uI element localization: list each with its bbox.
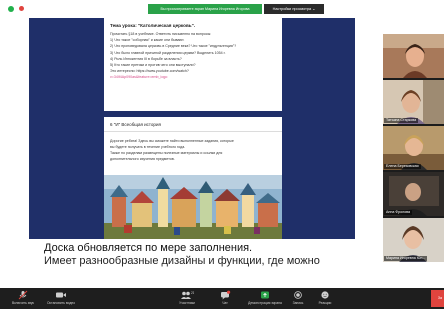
post-line: дополнительного изучения предметов.	[110, 157, 175, 161]
caption-line: Имеет разнообразные дизайны и функции, г…	[44, 255, 320, 267]
microphone-muted-icon	[18, 290, 28, 300]
share-status-bar: Вы просматриваете экран Марина Игоревна …	[0, 0, 444, 18]
video-tile[interactable]: Елена Березовская	[383, 126, 444, 170]
record-button[interactable]: Запись	[288, 290, 308, 308]
share-screen-button[interactable]: Демонстрация экрана	[244, 290, 286, 308]
smiley-icon	[321, 291, 329, 299]
record-label: Запись	[292, 301, 304, 305]
video-strip: Татьяна Старкова Елена Березовская Анна …	[383, 34, 444, 262]
video-tile[interactable]: Марина Игоревна Юн...	[383, 218, 444, 262]
post-card-lesson[interactable]: Тема урока: "Католическая церковь". Проч…	[104, 18, 282, 111]
share-screen-label: Демонстрация экрана	[248, 301, 282, 305]
chat-button[interactable]: Чат	[214, 290, 236, 308]
record-icon	[294, 291, 302, 299]
youtube-link[interactable]: v=34lf4Ap090as&feature=emb_logo	[110, 74, 278, 80]
video-tile[interactable]: Татьяна Старкова	[383, 80, 444, 124]
caption-line: Доска обновляется по мере заполнения.	[44, 242, 253, 254]
caption-text: Доска обновляется по мере заполнения. Им…	[44, 242, 364, 268]
post-title: 6 "И" Всеобщая история	[110, 122, 161, 127]
chat-label: Чат	[222, 301, 228, 305]
reactions-button[interactable]: Реакции	[313, 290, 337, 308]
chat-icon	[221, 290, 231, 300]
medieval-city-painting	[104, 175, 282, 239]
post-title: Тема урока: "Католическая церковь".	[110, 23, 196, 28]
participants-icon: 21	[181, 291, 194, 299]
unmute-button[interactable]: Включить звук	[6, 290, 40, 308]
share-screen-icon	[261, 291, 269, 299]
record-dot-icon	[19, 6, 24, 11]
post-card-history[interactable]: 6 "И" Всеобщая история Дорогие ребята! З…	[104, 117, 282, 239]
participants-button[interactable]: 21 Участники	[172, 290, 202, 308]
share-banner: Вы просматриваете экран Марина Игоревна …	[148, 4, 262, 14]
participants-label: Участники	[179, 301, 195, 305]
unmute-label: Включить звук	[12, 301, 34, 305]
participants-count: 21	[191, 291, 194, 295]
participant-video	[383, 34, 444, 78]
video-tile[interactable]: Анна Фролова	[383, 172, 444, 216]
stop-video-button[interactable]: Остановить видео	[42, 290, 80, 308]
participant-name: Анна Фролова	[384, 210, 413, 215]
shared-board: Тема урока: "Католическая церковь". Проч…	[29, 18, 355, 239]
participant-name: Татьяна Старкова	[384, 118, 419, 123]
shield-icon	[8, 6, 14, 12]
stop-video-label: Остановить видео	[46, 301, 76, 305]
end-meeting-button[interactable]: За	[431, 290, 444, 307]
video-tile[interactable]	[383, 34, 444, 78]
view-options-button[interactable]: Настройки просмотра ⌄	[264, 4, 324, 14]
reactions-label: Реакции	[318, 301, 332, 305]
meeting-toolbar: Включить звук Остановить видео 21 Участн…	[0, 288, 444, 309]
participant-name: Марина Игоревна Юн...	[384, 256, 428, 261]
participant-name: Елена Березовская	[384, 164, 421, 169]
video-camera-icon	[56, 292, 66, 298]
